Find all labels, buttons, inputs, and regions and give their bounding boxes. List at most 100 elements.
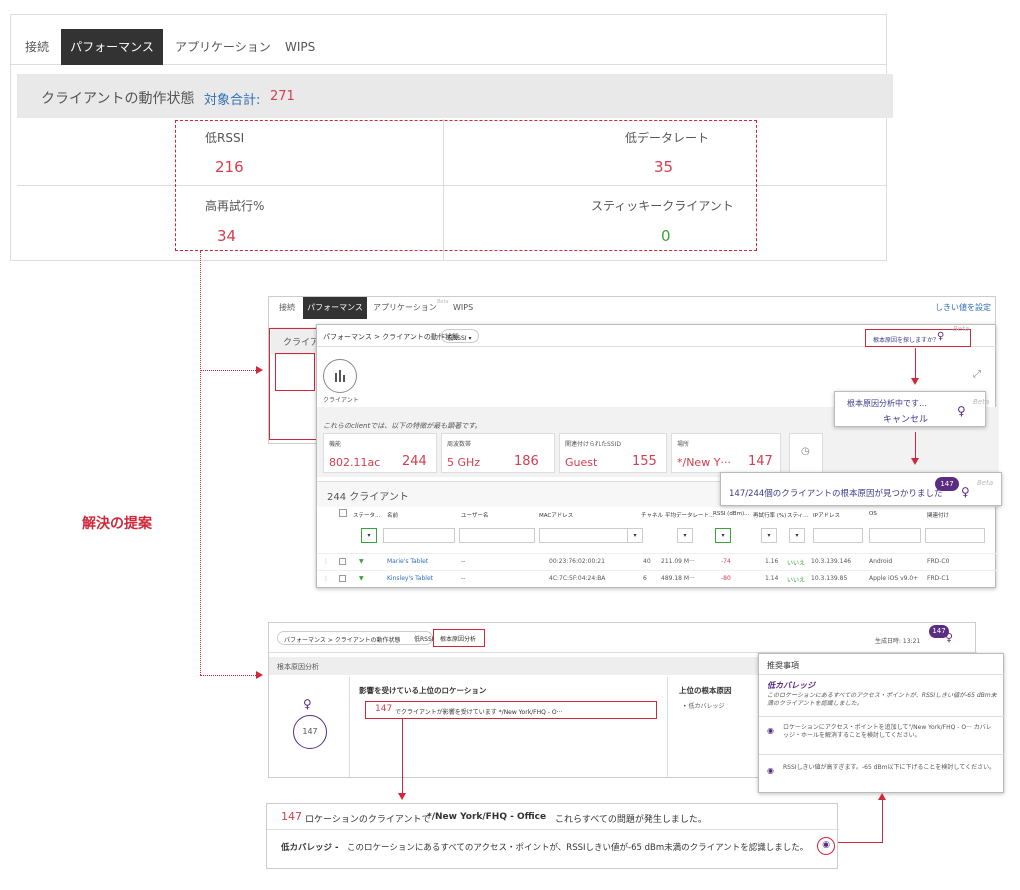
metric-value-low-rssi[interactable]: 216 xyxy=(215,158,244,176)
breadcrumb-chip[interactable]: 低RSSI ▾ xyxy=(441,329,479,343)
row-checkbox[interactable] xyxy=(339,575,346,582)
card-feature[interactable]: 機能 802.11ac 244 xyxy=(323,433,437,473)
card-location[interactable]: 場所 */New Y··· 147 xyxy=(671,433,781,473)
bulb-icon: ◉ xyxy=(767,726,774,735)
metric-value-low-datarate[interactable]: 35 xyxy=(654,158,673,176)
analyzing-popup: 根本原因分析中です… キャンセル ♀ Beta xyxy=(834,391,989,427)
col-datarate[interactable]: 平均データレート... xyxy=(665,511,714,519)
small-tab-connection[interactable]: 接続 xyxy=(279,297,295,319)
filter-os[interactable] xyxy=(869,528,921,543)
small-tab-wips[interactable]: WIPS xyxy=(453,297,473,319)
col-name[interactable]: 名前 xyxy=(387,511,398,519)
filter-status[interactable]: ▾ xyxy=(361,528,377,543)
row-menu-icon[interactable]: ⋮ xyxy=(323,558,329,565)
filter-username[interactable] xyxy=(459,528,535,543)
clock-icon: ◷ xyxy=(801,446,810,457)
small-tab-bar: 接続 パフォーマンス アプリケーション Beta WIPS しきい値を設定 xyxy=(269,297,995,319)
affected-text: でクライアントが影響を受けています */New York/FHQ - O··· xyxy=(395,709,563,716)
select-all-checkbox[interactable] xyxy=(339,509,347,517)
bar-chart-icon xyxy=(335,370,345,382)
breadcrumb[interactable]: パフォーマンス > クライアントの動作状態 xyxy=(323,332,459,342)
filter-ip[interactable] xyxy=(813,528,863,543)
filter-name[interactable] xyxy=(383,528,455,543)
total-count-label: 対象合計: xyxy=(204,93,261,108)
tab-wips[interactable]: WIPS xyxy=(285,29,315,65)
filter-mac[interactable] xyxy=(539,528,635,543)
solution-label: 解決の提案 xyxy=(82,516,152,532)
metric-label-sticky: スティッキークライアント xyxy=(591,199,734,213)
tab-connection[interactable]: 接続 xyxy=(25,29,49,65)
tab-application[interactable]: アプリケーション xyxy=(175,29,271,65)
card-frequency[interactable]: 周波数帯 5 GHz 186 xyxy=(441,433,555,473)
breadcrumb-low-rssi[interactable]: 低RSSI xyxy=(414,634,434,643)
root-cause-title: 上位の根本原因 xyxy=(679,686,732,695)
health-header: クライアントの動作状態 対象合計: 271 xyxy=(17,74,893,118)
recommendation-popup: 推奨事項 低カバレッジ このロケーションにあるすべてのアクセス・ポイントが、RS… xyxy=(758,653,1005,793)
col-sticky[interactable]: スティ... xyxy=(787,511,808,519)
total-count-value[interactable]: 271 xyxy=(270,89,295,104)
filter-datarate[interactable]: ▾ xyxy=(677,528,693,543)
found-badge: 147 xyxy=(935,477,959,491)
bulb-icon: ◉ xyxy=(767,766,774,775)
card-more[interactable]: ◷ xyxy=(789,433,823,473)
robot-icon: ♀ xyxy=(961,485,970,499)
small-tab-performance[interactable]: パフォーマンス xyxy=(303,297,367,319)
summary-post: これらすべての問題が発生しました。 xyxy=(555,815,707,825)
wifi-icon: ▼ xyxy=(359,558,364,565)
filter-assoc[interactable] xyxy=(925,528,985,543)
tab-bar: 接続 パフォーマンス アプリケーション WIPS xyxy=(11,29,886,65)
col-status[interactable]: ステータ... xyxy=(353,511,380,519)
filter-channel[interactable]: ▾ xyxy=(627,528,643,543)
col-retry[interactable]: 再試行率 (%) xyxy=(753,511,786,519)
beta-tag-top: Beta xyxy=(953,325,970,333)
summary-count: 147 xyxy=(281,810,302,823)
count-circle: 147 xyxy=(293,715,327,749)
col-username[interactable]: ユーザー名 xyxy=(461,511,488,519)
filter-sticky[interactable]: ▾ xyxy=(789,528,805,543)
row-menu-icon[interactable]: ⋮ xyxy=(323,575,329,582)
col-mac[interactable]: MACアドレス xyxy=(539,511,573,519)
root-cause-found-popup: 147/244個のクライアントの根本原因が見つかりました 147 ♀ Beta xyxy=(720,472,1002,506)
robot-icon: ♀ xyxy=(303,697,312,711)
metric-label-low-datarate: 低データレート xyxy=(625,131,710,145)
rec-item2: RSSIしきい値が高すぎます。-65 dBm以下に下げることを検討してください。 xyxy=(783,764,996,771)
rec-desc: このロケーションにあるすべてのアクセス・ポイントが、RSSIしきい値が-65 d… xyxy=(767,692,997,707)
client-icon-label: クライアント xyxy=(323,397,359,404)
metric-value-sticky[interactable]: 0 xyxy=(661,227,671,245)
col-rssi[interactable]: RSSI (dBm)... xyxy=(713,511,749,517)
cancel-link[interactable]: キャンセル xyxy=(883,412,928,425)
root-cause-chip[interactable]: 根本原因分析 xyxy=(433,629,485,647)
col-assoc[interactable]: 関連付け xyxy=(927,511,949,519)
affected-title: 影響を受けている上位のロケーション xyxy=(359,686,487,695)
col-ip[interactable]: IPアドレス xyxy=(813,511,840,519)
tab-performance[interactable]: パフォーマンス xyxy=(61,29,163,65)
health-title: クライアントの動作状態 xyxy=(41,91,195,107)
robot-icon[interactable]: ♀ xyxy=(937,331,944,342)
card-ssid[interactable]: 関連付けられたSSID Guest 155 xyxy=(559,433,667,473)
found-text[interactable]: 147/244個のクライアントの根本原因が見つかりました xyxy=(729,487,942,499)
filter-rssi[interactable]: ▾ xyxy=(715,528,731,543)
threshold-link[interactable]: しきい値を設定 xyxy=(935,297,991,319)
summary-cause-text: このロケーションにあるすべてのアクセス・ポイントが、RSSIしきい値が-65 d… xyxy=(347,843,809,853)
bulb-icon[interactable]: ◉ xyxy=(817,837,835,855)
metric-label-high-retry: 高再試行% xyxy=(205,199,265,213)
wifi-icon: ▼ xyxy=(359,575,364,582)
small-tab-beta: Beta xyxy=(437,299,449,305)
root-cause-item[interactable]: • 低カバレッジ xyxy=(683,701,724,710)
breadcrumb-chip[interactable]: パフォーマンス > クライアントの動作状態 xyxy=(277,631,433,645)
col-os[interactable]: OS xyxy=(869,511,877,517)
small-tab-application[interactable]: アプリケーション xyxy=(373,297,437,319)
summary-location[interactable]: */New York/FHQ - Office xyxy=(427,812,546,822)
expand-icon[interactable]: ⤢ xyxy=(973,369,981,380)
filter-retry[interactable]: ▾ xyxy=(761,528,777,543)
client-chart-icon xyxy=(323,359,357,393)
robot-icon[interactable]: ♀ xyxy=(945,631,953,644)
metric-value-high-retry[interactable]: 34 xyxy=(217,227,236,245)
intro-text: これらのclientでは、以下の特徴が最も顕著です。 xyxy=(323,422,482,430)
root-cause-question[interactable]: 根本原因を探しますか？ xyxy=(873,335,939,344)
table-row[interactable]: ⋮ ▼ Kinsley's Tablet -- 4C:7C:5F:04:24:B… xyxy=(317,570,997,586)
robot-icon: ♀ xyxy=(957,404,966,418)
col-channel[interactable]: チャネル xyxy=(641,511,663,519)
table-row[interactable]: ⋮ ▼ Marie's Tablet -- 00:23:76:02:00:21 … xyxy=(317,553,997,569)
row-checkbox[interactable] xyxy=(339,558,346,565)
